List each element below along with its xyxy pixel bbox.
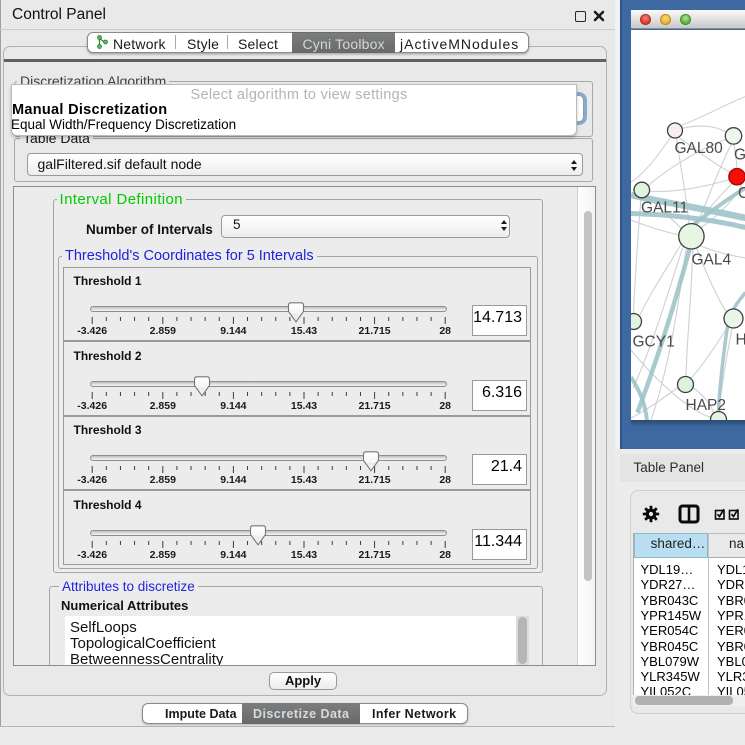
svg-text:CDC: CDC — [738, 185, 745, 202]
svg-text:GAL80: GAL80 — [674, 140, 723, 157]
svg-text:GAL3: GAL3 — [734, 146, 745, 163]
svg-text:GAL4: GAL4 — [691, 251, 731, 268]
svg-text:HAP2: HAP2 — [685, 397, 726, 414]
svg-text:GCY1: GCY1 — [632, 333, 674, 350]
svg-text:GAL11: GAL11 — [641, 199, 688, 216]
svg-text:HAP4: HAP4 — [735, 331, 745, 348]
